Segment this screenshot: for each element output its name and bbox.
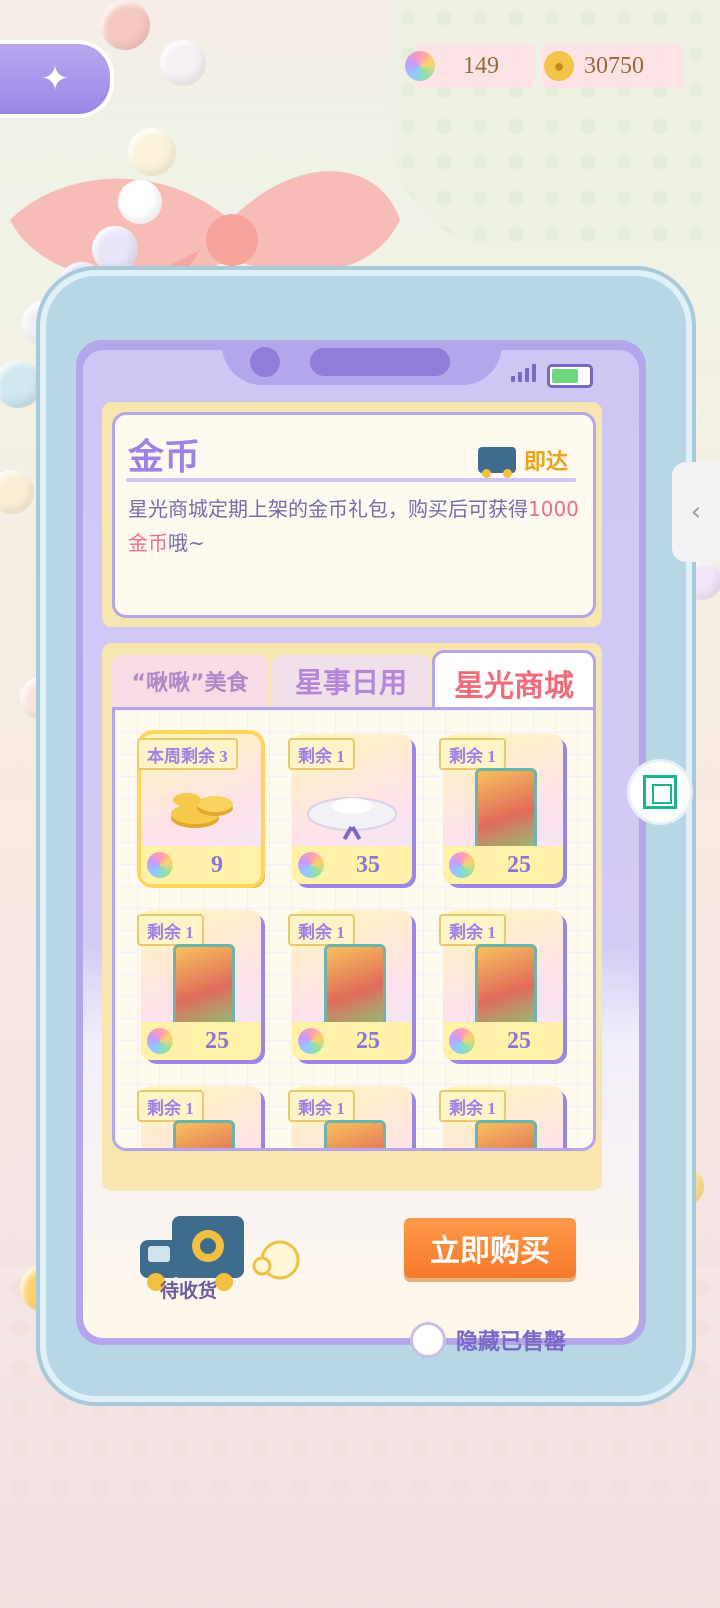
chevron-left-icon: ‹ [690,497,702,527]
hide-sold-out-checkbox[interactable] [410,1322,446,1358]
shop-item[interactable]: 剩余 1 25 [439,910,563,1060]
price-value: 9 [211,851,223,878]
camera-icon [250,347,280,377]
title-divider [126,478,576,482]
rainbow-star-icon [147,1028,173,1054]
price-tag: 35 [292,846,412,884]
rainbow-star-icon [298,852,324,878]
buy-now-button[interactable]: 立即购买 [404,1218,576,1278]
remaining-badge: 剩余 1 [137,1090,204,1122]
description-text: 星光商城定期上架的金币礼包，购买后可获得 [128,497,528,521]
pending-delivery-label: 待收货 [160,1280,218,1302]
pearl-bead [128,128,176,176]
character-card-icon [324,1120,386,1148]
character-card-icon [173,1120,235,1148]
shop-item[interactable]: 剩余 1 25 [288,910,412,1060]
pearl-bead [0,470,34,514]
rainbow-star-icon [449,852,475,878]
hide-sold-out-toggle[interactable]: 隐藏已售罄 [410,1322,566,1358]
pearl-bead [92,226,138,272]
remaining-badge: 剩余 1 [439,1090,506,1122]
shop-item[interactable]: 剩余 1 25 [137,910,261,1060]
price-value: 25 [507,851,531,878]
item-description: 星光商城定期上架的金币礼包，购买后可获得1000金币哦~ [128,492,583,560]
battery-icon [547,364,593,388]
price-tag: 25 [443,846,563,884]
remaining-badge: 剩余 1 [288,1090,355,1122]
remaining-badge: 剩余 1 [439,738,506,770]
remaining-badge: 剩余 1 [288,738,355,770]
star-currency-display: 149 [405,44,535,88]
pearl-bead [100,0,150,50]
pearl-bead [0,360,42,408]
side-drawer-tab[interactable]: ‹ [672,462,720,562]
tab-food[interactable]: “啾啾”美食 [112,655,268,707]
price-tag: 9 [141,846,261,884]
coin-currency-display: ● 30750 [542,44,684,88]
price-value: 35 [356,851,380,878]
gold-coins-icon [171,793,233,828]
hide-sold-out-label: 隐藏已售罄 [456,1330,567,1355]
delivery-label: 即达 [524,450,569,475]
price-value: 25 [205,1027,229,1054]
coin-count: 30750 [584,52,644,79]
remaining-badge: 本周剩余 3 [137,738,238,770]
star-count: 149 [463,52,499,79]
back-button[interactable]: ✦ [0,40,114,118]
rainbow-star-icon [405,51,435,81]
character-card-icon [324,944,386,1032]
cake-tray-icon [307,797,397,841]
shop-item[interactable]: 剩余 1 [288,1086,412,1148]
shop-item[interactable]: 剩余 1 25 [439,734,563,884]
price-tag: 25 [141,1022,261,1060]
character-card-icon [475,944,537,1032]
shop-item[interactable]: 剩余 1 35 [288,734,412,884]
remaining-badge: 剩余 1 [137,914,204,946]
pearl-bead [160,40,206,86]
truck-icon [478,447,516,478]
price-tag: 25 [443,1022,563,1060]
price-tag: 25 [292,1022,412,1060]
rainbow-star-icon [298,1028,324,1054]
rainbow-star-icon [147,852,173,878]
item-title: 金币 [128,437,201,478]
gold-coin-icon: ● [544,51,574,81]
signal-icon [511,364,536,382]
shop-item[interactable]: 剩余 1 [137,1086,261,1148]
remaining-badge: 剩余 1 [439,914,506,946]
cube-view-button[interactable] [630,762,690,822]
character-card-icon [173,944,235,1032]
shop-item[interactable]: 本周剩余 3 9 [137,734,261,884]
speaker-slot [310,348,450,376]
price-value: 25 [356,1027,380,1054]
lace-decoration-top [390,0,720,250]
cube-icon [643,775,677,809]
remaining-badge: 剩余 1 [288,914,355,946]
pearl-bead [118,180,162,224]
price-value: 25 [507,1027,531,1054]
character-card-icon [475,768,537,856]
exhaust-cloud-icon [252,1240,300,1280]
rainbow-star-icon [449,1028,475,1054]
shop-item[interactable]: 剩余 1 [439,1086,563,1148]
description-suffix: 哦~ [168,531,205,555]
character-card-icon [475,1120,537,1148]
tab-starlight-mall[interactable]: 星光商城 [432,650,596,713]
compass-star-icon: ✦ [40,59,70,99]
delivery-badge: 即达 [478,444,569,478]
shop-item-grid: 本周剩余 3 9 剩余 1 35 剩余 1 25 剩余 1 25 剩余 1 25 剩余 1 25 剩余 … [112,707,596,1151]
tab-daily[interactable]: 星事日用 [272,655,430,707]
